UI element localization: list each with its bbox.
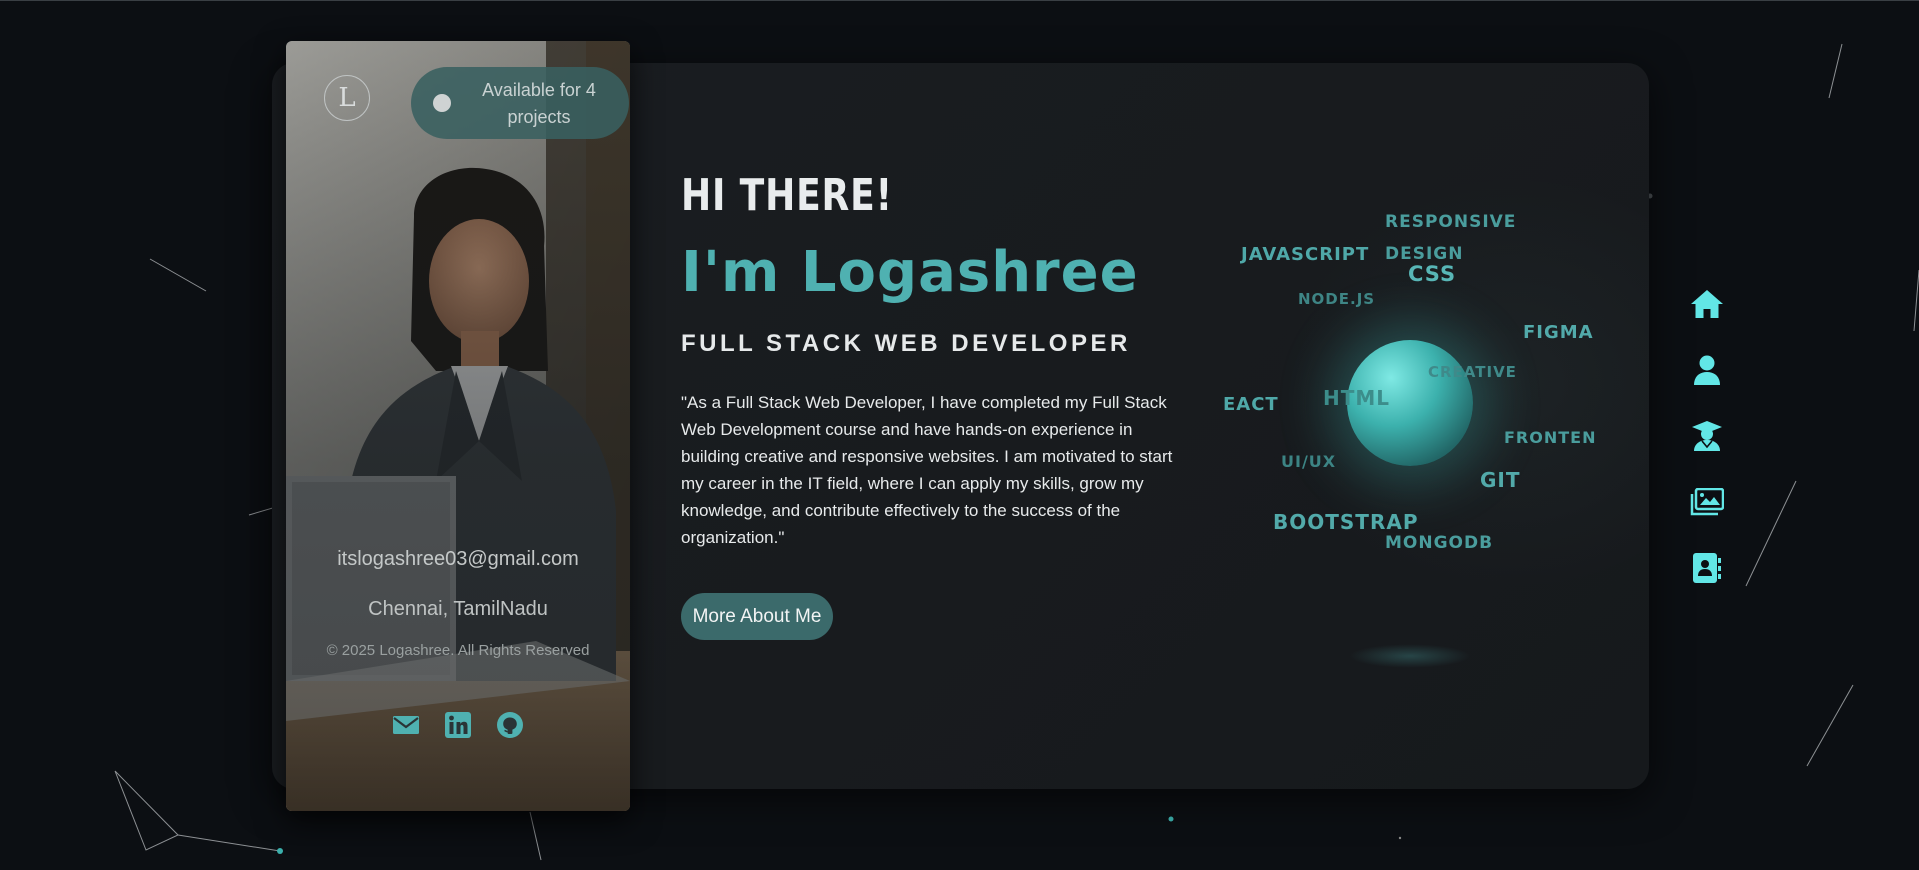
social-links xyxy=(286,711,630,739)
nav-contact[interactable] xyxy=(1688,549,1726,587)
skill-css: CSS xyxy=(1408,262,1457,286)
availability-badge: Available for 4 projects xyxy=(411,67,629,139)
copyright-text: © 2025 Logashree. All Rights Reserved xyxy=(326,642,590,659)
skill-mongodb: MONGODB xyxy=(1385,533,1494,553)
portfolio-gallery-icon xyxy=(1690,488,1724,516)
site-logo[interactable]: L xyxy=(324,75,370,121)
linkedin-icon[interactable] xyxy=(444,711,472,739)
role-title: FULL STACK WEB DEVELOPER xyxy=(681,330,1131,357)
profile-card: L Available for 4 projects itslogashree0… xyxy=(286,41,630,811)
contact-book-icon xyxy=(1693,553,1721,583)
greeting-heading: HI THERE! xyxy=(681,170,893,221)
skill-responsive: RESPONSIVE xyxy=(1385,212,1517,232)
education-graduate-icon xyxy=(1692,421,1722,451)
skill-nodejs: NODE.JS xyxy=(1298,290,1376,308)
contact-location: Chennai, TamilNadu xyxy=(368,598,548,620)
availability-dot-icon xyxy=(433,94,451,112)
logo-letter: L xyxy=(338,83,356,113)
skill-design: DESIGN xyxy=(1385,244,1464,264)
skill-bootstrap: BOOTSTRAP xyxy=(1273,510,1419,534)
github-icon[interactable] xyxy=(496,711,524,739)
bio-paragraph: "As a Full Stack Web Developer, I have c… xyxy=(681,393,1173,547)
contact-email[interactable]: itslogashree03@gmail.com xyxy=(286,548,630,571)
skill-figma: FIGMA xyxy=(1523,322,1594,343)
skill-creative: CREATIVE xyxy=(1428,363,1517,381)
skill-javascript: JAVASCRIPT xyxy=(1241,244,1370,265)
skill-html: HTML xyxy=(1323,386,1391,410)
more-about-me-button[interactable]: More About Me xyxy=(681,593,833,640)
name-heading: I'm Logashree xyxy=(681,240,1139,305)
orb-shadow xyxy=(1349,644,1471,668)
skill-react: EACT xyxy=(1223,394,1279,415)
nav-portfolio[interactable] xyxy=(1688,483,1726,521)
home-icon xyxy=(1691,290,1723,318)
skill-git: GIT xyxy=(1480,468,1521,492)
skill-frontend: FRONTEN xyxy=(1504,428,1597,447)
photo-overlay xyxy=(286,41,630,811)
nav-home[interactable] xyxy=(1688,285,1726,323)
about-user-icon xyxy=(1694,355,1720,385)
nav-about[interactable] xyxy=(1688,351,1726,389)
mail-icon[interactable] xyxy=(392,711,420,739)
skill-uiux: UI/UX xyxy=(1281,452,1337,471)
availability-text: Available for 4 projects xyxy=(482,80,596,127)
nav-education[interactable] xyxy=(1688,417,1726,455)
